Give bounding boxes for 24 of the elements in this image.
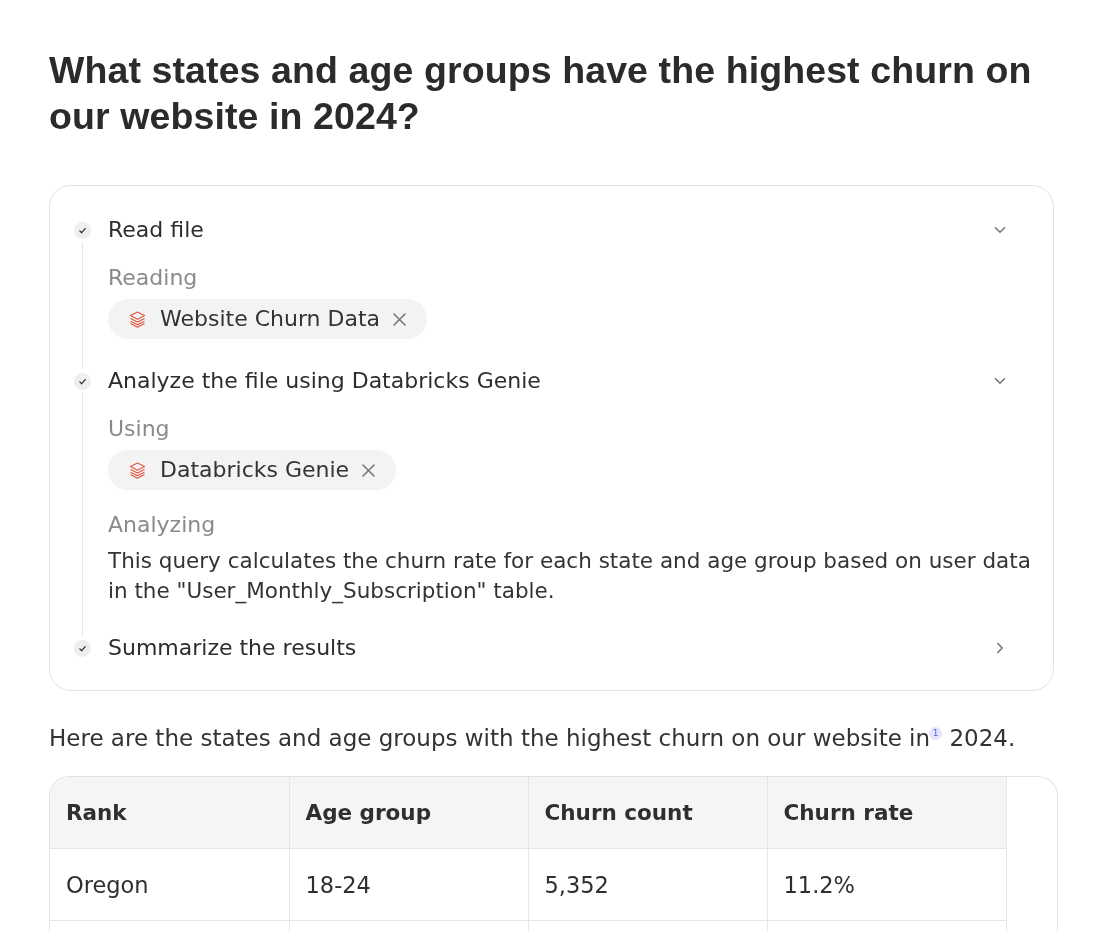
close-icon[interactable] (393, 312, 407, 326)
step-title: Summarize the results (108, 634, 358, 662)
question-title: What states and age groups have the highest churn on our website in 2024? (49, 48, 1033, 139)
step-status-label: Reading (108, 264, 198, 292)
table-cell: Oregon (50, 848, 289, 921)
answer-text: Here are the states and age groups with the highest churn on our website in$^{1}$ 2024. (49, 724, 1016, 753)
column-header[interactable]: Churn count (528, 777, 767, 849)
source-name: Website Churn Data (160, 305, 381, 333)
table-cell: 18-24 (289, 848, 528, 921)
step-description: This query calculates the churn rate for each state and age group based on user data in the "User_Monthly_Subscription" table. (108, 547, 1032, 606)
table-cell: 11.2% (767, 848, 1006, 921)
citation-marker[interactable]: 1 (929, 727, 943, 740)
layers-icon (129, 461, 146, 479)
column-header[interactable]: Rank (50, 777, 289, 849)
step-title: Read file (108, 216, 205, 244)
column-header[interactable]: Age group (289, 777, 528, 849)
source-name: Databricks Genie (160, 456, 350, 484)
column-header[interactable]: Churn rate (767, 777, 1006, 849)
step-status-label: Analyzing (108, 511, 216, 539)
layers-icon (129, 310, 146, 328)
close-icon[interactable] (362, 463, 376, 477)
table-cell: 5,352 (528, 848, 767, 921)
step-status-label: Using (108, 415, 170, 443)
step-title: Analyze the file using Databricks Genie (108, 367, 542, 395)
